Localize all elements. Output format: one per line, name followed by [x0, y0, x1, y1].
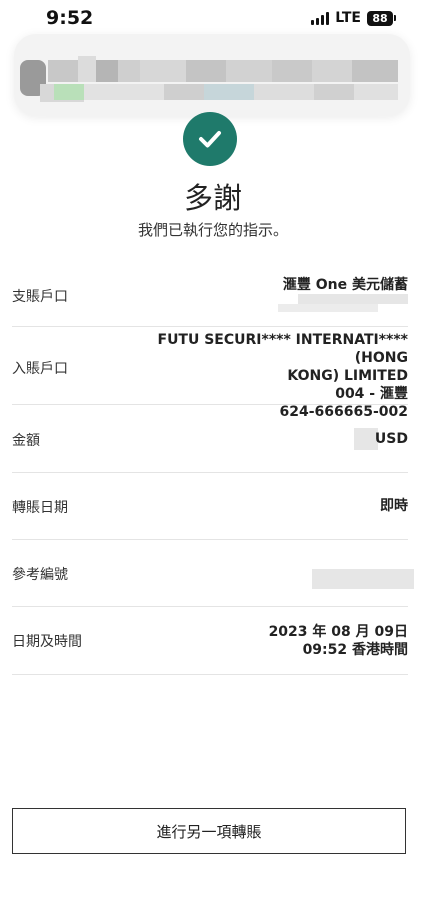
to-account-name-2: KONG) LIMITED: [287, 368, 408, 384]
transfer-date-row: 轉賬日期 即時: [12, 472, 408, 540]
status-time: 9:52: [46, 7, 94, 29]
status-indicators: LTE 88: [311, 10, 396, 26]
reference-label: 參考編號: [12, 567, 68, 583]
signal-icon: [311, 11, 330, 25]
confirmation-title: 多謝: [183, 181, 242, 215]
amount-currency: USD: [374, 431, 408, 447]
battery-icon: 88: [367, 10, 396, 26]
success-check-icon: [183, 112, 237, 166]
confirmation-message: 我們已執行您的指示。: [137, 221, 288, 239]
masked-account-number: [298, 294, 408, 304]
datetime-row: 日期及時間 2023 年 08 月 09日 09:52 香港時間: [12, 606, 408, 675]
from-account-value: 滙豐 One 美元儲蓄: [282, 277, 408, 293]
to-account-bank: 004 - 滙豐: [335, 386, 408, 402]
battery-level: 88: [367, 10, 393, 26]
masked-account-number-2: [278, 304, 378, 312]
amount-label: 金額: [12, 433, 40, 449]
datetime-value: 2023 年 08 月 09日 09:52 香港時間: [269, 623, 408, 659]
to-account-row: 入賬戶口 FUTU SECURI**** INTERNATI**** (HONG…: [12, 326, 409, 420]
network-type: LTE: [335, 10, 361, 26]
from-account-label: 支賬戶口: [12, 289, 68, 305]
to-account-label: 入賬戶口: [12, 361, 68, 377]
another-transfer-button[interactable]: 進行另一項轉賬: [12, 808, 406, 854]
masked-reference-number: [312, 569, 414, 589]
transfer-date-label: 轉賬日期: [12, 500, 68, 516]
datetime-label: 日期及時間: [12, 634, 82, 650]
datetime-date: 2023 年 08 月 09日: [268, 624, 408, 640]
to-account-name-1: FUTU SECURI**** INTERNATI**** (HONG: [157, 332, 409, 366]
amount-row: 金額 USD: [12, 404, 408, 473]
datetime-time: 09:52 香港時間: [302, 642, 408, 658]
notification-banner[interactable]: [14, 34, 410, 116]
transfer-date-value: 即時: [380, 498, 408, 514]
from-account-row: 支賬戶口 滙豐 One 美元儲蓄: [12, 262, 408, 327]
status-bar: 9:52 LTE 88: [0, 0, 426, 36]
reference-row: 參考編號: [12, 539, 414, 607]
